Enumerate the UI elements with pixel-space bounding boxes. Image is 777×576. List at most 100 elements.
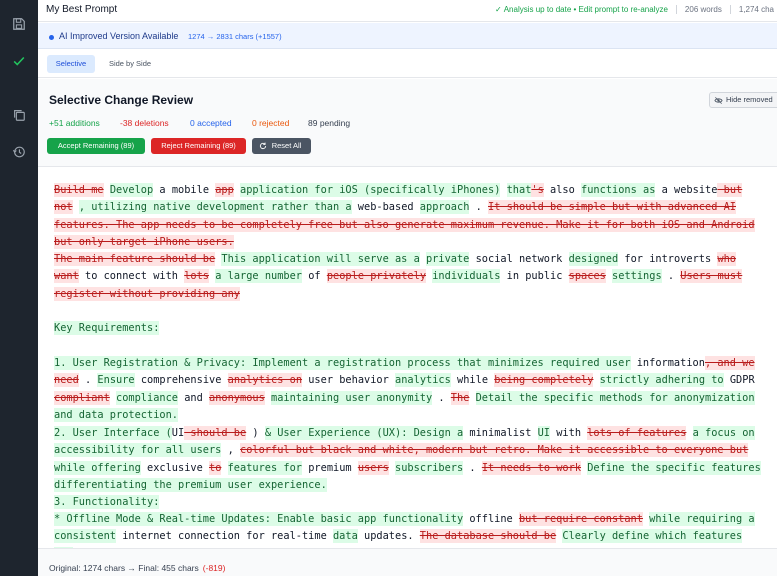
- ai-improved-banner[interactable]: AI Improved Version Available 1274 → 283…: [38, 23, 777, 49]
- diff-added-text[interactable]: analytics: [395, 373, 451, 388]
- diff-added-text[interactable]: , utilizing native development rather th…: [78, 200, 352, 215]
- diff-unchanged-text: to connect with: [78, 270, 185, 283]
- diff-removed-text[interactable]: users: [357, 460, 389, 475]
- pending-count: 89 pending: [308, 118, 351, 128]
- additions-count: +51 additions: [49, 118, 100, 128]
- diff-unchanged-text: for introverts: [618, 253, 718, 265]
- diff-removed-text[interactable]: lots of features: [587, 426, 687, 440]
- diff-unchanged-text: of: [302, 270, 327, 283]
- diff-added-text[interactable]: approach: [419, 200, 470, 215]
- accepted-count: 0 accepted: [190, 118, 232, 128]
- diff-unchanged-text: GDPR: [723, 374, 755, 387]
- accept-remaining-button[interactable]: Accept Remaining (89): [47, 138, 145, 154]
- hide-removed-button[interactable]: Hide removed: [709, 92, 777, 108]
- reset-all-button[interactable]: Reset All: [252, 138, 311, 154]
- history-icon[interactable]: [0, 137, 38, 167]
- diff-removed-text[interactable]: people privately: [326, 269, 427, 284]
- diff-added-text[interactable]: while offering: [54, 460, 141, 475]
- diff-added-text[interactable]: individuals: [432, 269, 501, 284]
- diff-added-text[interactable]: features for: [227, 460, 303, 475]
- tab-side-by-side[interactable]: Side by Side: [100, 55, 160, 73]
- diff-added-text[interactable]: strictly adhering to: [599, 373, 724, 388]
- diff-removed-text[interactable]: colorful but black and white, modern but…: [240, 443, 749, 458]
- word-count: 206 words: [684, 5, 722, 14]
- diff-added-text[interactable]: UI: [537, 426, 551, 440]
- diff-unchanged-text: .: [78, 374, 98, 387]
- diff-added-text[interactable]: that: [506, 183, 532, 197]
- reject-remaining-button[interactable]: Reject Remaining (89): [151, 138, 246, 154]
- diff-unchanged-text: [221, 461, 227, 475]
- diff-added-text[interactable]: 2. User Interface (: [54, 426, 172, 440]
- status-dot-icon: [49, 35, 54, 40]
- diff-added-text[interactable]: private: [425, 252, 470, 266]
- eye-off-icon: [714, 97, 723, 104]
- diff-removed-text[interactable]: Build me: [54, 183, 104, 197]
- diff-added-text[interactable]: subscribers: [395, 460, 464, 475]
- diff-unchanged-text: [73, 200, 79, 214]
- diff-removed-text[interactable]: The: [450, 390, 470, 405]
- diff-removed-text[interactable]: to: [209, 460, 222, 475]
- diff-unchanged-text: exclusive: [140, 461, 209, 474]
- diff-unchanged-text: ,: [221, 444, 240, 457]
- diff-unchanged-text: [469, 391, 475, 405]
- diff-unchanged-text: [593, 373, 599, 387]
- deletions-count: -38 deletions: [120, 118, 169, 128]
- diff-unchanged-text: UI: [171, 427, 185, 439]
- diff-unchanged-text: premium: [302, 461, 358, 474]
- diff-added-text[interactable]: This application will serve as a: [221, 252, 420, 266]
- diff-removed-text[interactable]: spaces: [568, 269, 606, 284]
- diff-unchanged-text: information: [630, 357, 705, 369]
- diff-removed-text[interactable]: app: [215, 183, 234, 197]
- top-header: My Best Prompt ✓ Analysis up to date • E…: [38, 0, 777, 22]
- diff-unchanged-text: in public: [500, 270, 569, 283]
- diff-removed-text[interactable]: being completely: [494, 373, 594, 388]
- diff-removed-text[interactable]: 's: [531, 183, 544, 197]
- diff-added-text[interactable]: maintaining user anonymity: [271, 390, 433, 405]
- diff-added-text[interactable]: & User Experience (UX): Design a: [264, 426, 464, 440]
- diff-added-text[interactable]: designed: [568, 252, 619, 266]
- diff-unchanged-text: web-based: [351, 201, 420, 214]
- diff-removed-text[interactable]: anonymous: [209, 390, 265, 405]
- hide-removed-label: Hide removed: [726, 95, 773, 104]
- diff-added-text[interactable]: Ensure: [97, 373, 135, 388]
- diff-unchanged-text: user behavior: [302, 374, 396, 387]
- tab-selective[interactable]: Selective: [47, 55, 95, 73]
- diff-removed-text[interactable]: The main feature should be: [54, 252, 216, 266]
- footer-bar: Original: 1274 chars → Final: 455 chars(…: [38, 548, 777, 576]
- diff-added-text[interactable]: settings: [612, 269, 662, 284]
- left-rail: [0, 0, 38, 576]
- diff-removed-text[interactable]: should be: [184, 426, 247, 440]
- copy-icon[interactable]: [0, 100, 38, 130]
- footer-summary: Original: 1274 chars → Final: 455 chars(…: [49, 563, 225, 573]
- diff-unchanged-text: and: [178, 391, 209, 404]
- diff-removed-text[interactable]: The database should be: [419, 529, 557, 544]
- view-tabs: Selective Side by Side: [38, 50, 777, 78]
- diff-added-text[interactable]: Key Requirements:: [54, 321, 160, 335]
- save-icon[interactable]: [0, 9, 38, 39]
- diff-unchanged-text: while: [450, 374, 495, 387]
- check-icon[interactable]: [0, 46, 38, 76]
- banner-label: AI Improved Version Available: [59, 31, 179, 41]
- diff-removed-text[interactable]: lots: [184, 269, 210, 284]
- diff-removed-text[interactable]: analytics on: [227, 373, 303, 388]
- divider: [729, 5, 731, 14]
- diff-added-text[interactable]: data: [332, 529, 358, 544]
- diff-added-text[interactable]: application for iOS (specifically iPhone…: [240, 183, 501, 197]
- diff-removed-text[interactable]: but require constant: [518, 512, 643, 526]
- diff-unchanged-text: a mobile: [153, 184, 216, 196]
- diff-added-text[interactable]: a large number: [215, 269, 303, 284]
- diff-removed-text[interactable]: It needs to work: [481, 460, 582, 475]
- diff-unchanged-text: .: [432, 391, 451, 404]
- banner-char-delta: 1274 → 2831 chars (+1557): [188, 32, 282, 41]
- diff-unchanged-text: minimalist: [463, 427, 538, 439]
- diff-removed-text[interactable]: compliant: [54, 390, 110, 405]
- diff-added-text[interactable]: 1. User Registration & Privacy: Implemen…: [54, 356, 631, 370]
- analysis-status: Analysis up to date • Edit prompt to re-…: [503, 5, 668, 14]
- diff-unchanged-text: updates.: [357, 530, 420, 543]
- diff-added-text[interactable]: Develop: [109, 183, 154, 197]
- diff-added-text[interactable]: 3. Functionality:: [54, 495, 160, 509]
- diff-added-text[interactable]: compliance: [116, 390, 178, 405]
- diff-added-text[interactable]: * Offline Mode & Real-time Updates: Enab…: [54, 512, 464, 526]
- header-meta: ✓ Analysis up to date • Edit prompt to r…: [495, 5, 774, 14]
- diff-added-text[interactable]: functions as: [581, 183, 656, 197]
